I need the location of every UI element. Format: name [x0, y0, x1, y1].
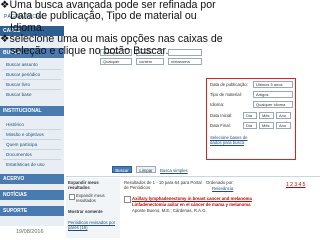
search-button[interactable]: Buscar [112, 166, 132, 173]
ordered-label: Ordenado por: [206, 180, 234, 185]
sidebar-head-noticias[interactable]: NOTÍCIAS [0, 190, 64, 200]
instruction-callout: ❖Uma busca avançada pode ser refinada po… [0, 0, 230, 57]
callout-line-1: Uma busca avançada pode ser refinada por… [9, 0, 216, 34]
language-label: Idioma: [210, 102, 225, 107]
simple-search-link[interactable]: Busca simples [160, 168, 188, 173]
date-select[interactable]: Últimos 5 anos [253, 81, 293, 88]
end-day-value: Dia [246, 123, 253, 128]
sidebar-item-missao[interactable]: Missão e objetivos [6, 132, 44, 137]
start-year-input[interactable]: Ano [276, 112, 291, 119]
results-count: Resultados de 1 - 10 para 64 para Portal… [124, 180, 202, 190]
callout-line-2: selecione uma ou mais opções nas caixas … [9, 33, 223, 57]
result-subtitle: Linfadenectomía axilar en el cáncer de m… [132, 202, 251, 207]
term-input-2[interactable]: melanoma [168, 58, 202, 65]
select-databases-link[interactable]: Selecione bases de dados para busca [210, 135, 250, 145]
sidebar-item-historico[interactable]: Histórico [6, 122, 24, 127]
scope-select-2[interactable]: Qualquer [100, 58, 132, 65]
term-input-2-value: melanoma [171, 59, 190, 64]
expand-heading: Expandir meus resultados [68, 180, 99, 190]
facets-panel: Expandir meus resultados Expandir meus r… [66, 178, 120, 238]
sidebar-item-buscar-periodico[interactable]: Buscar periódico [6, 72, 40, 77]
sidebar-head-institucional[interactable]: INSTITUCIONAL [0, 106, 64, 116]
divider [3, 79, 61, 80]
language-select-value: Qualquer idioma [256, 102, 286, 107]
sidebar-item-buscar-base[interactable]: Buscar base [6, 92, 32, 97]
sidebar-head-acervo[interactable]: ACERVO [0, 174, 64, 184]
clear-button[interactable]: Limpar [136, 166, 156, 173]
divider [3, 69, 61, 70]
callout-bullet-1: ❖Uma busca avançada pode ser refinada po… [0, 0, 216, 34]
sidebar-item-buscar-assunto[interactable]: Buscar assunto [6, 62, 38, 67]
operator-select-2[interactable]: contém [136, 58, 164, 65]
divider [3, 89, 61, 90]
type-select-value: Artigos [256, 92, 269, 97]
sidebar-item-estatisticas[interactable]: Estatísticas de uso [6, 162, 45, 167]
callout-bullet-2: ❖selecione uma ou mais opções nas caixas… [0, 33, 223, 57]
result-checkbox[interactable] [124, 196, 131, 203]
end-month-select[interactable]: Mês [259, 122, 274, 129]
peer-reviewed-filter[interactable]: Periódicos revisados por pares (15) [68, 220, 118, 230]
end-date-label: Data Final: [210, 123, 231, 128]
sidebar-item-buscar-livro[interactable]: Buscar livro [6, 82, 30, 87]
sidebar-item-documentos[interactable]: Documentos [6, 152, 32, 157]
start-year-value: Ano [279, 113, 287, 118]
end-month-value: Mês [262, 123, 270, 128]
language-select[interactable]: Qualquer idioma [253, 101, 293, 108]
end-year-input[interactable]: Ano [276, 122, 291, 129]
show-only-heading: Mostrar somente [68, 209, 103, 214]
advanced-filters: Data de publicação: Últimos 5 anos Tipo … [206, 78, 296, 160]
start-month-value: Mês [262, 113, 270, 118]
start-month-select[interactable]: Mês [259, 112, 274, 119]
result-title[interactable]: Axillary lymphadenectomy in breast cance… [132, 196, 252, 201]
pagination[interactable]: 1 2 3 4 5 [286, 182, 305, 188]
sidebar-head-suporte[interactable]: SUPORTE [0, 206, 64, 216]
sort-relevance[interactable]: Relevância [212, 186, 233, 191]
sidebar-item-quem-participa[interactable]: Quem participa [6, 142, 37, 147]
slide-date: 19/08/2016 [16, 229, 44, 235]
start-day-select[interactable]: Dia [243, 112, 257, 119]
expand-option[interactable]: Expandir meus resultados [76, 193, 116, 203]
operator-select-2-value: contém [139, 59, 153, 64]
end-day-select[interactable]: Dia [243, 122, 257, 129]
result-authors: Aponte Bueno, M.E.; Cárdenas, R.A.G. [132, 208, 207, 213]
date-label: Data de publicação: [210, 82, 248, 87]
start-day-value: Dia [246, 113, 253, 118]
start-date-label: Data Inicial: [210, 113, 233, 118]
end-year-value: Ano [279, 123, 287, 128]
type-label: Tipo de material: [210, 92, 242, 97]
divider [3, 139, 61, 140]
scope-select-2-value: Qualquer [103, 59, 120, 64]
expand-checkbox[interactable] [69, 194, 75, 200]
divider [3, 159, 61, 160]
date-select-value: Últimos 5 anos [256, 82, 283, 87]
divider [3, 129, 61, 130]
divider [3, 149, 61, 150]
divider [66, 176, 320, 177]
type-select[interactable]: Artigos [253, 91, 293, 98]
